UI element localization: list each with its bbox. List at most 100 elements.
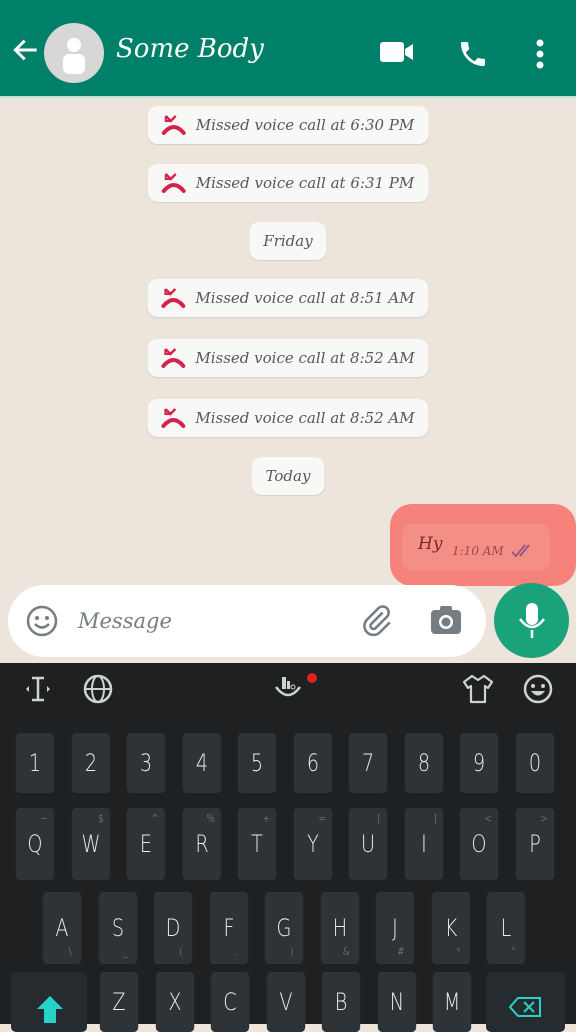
key-secondary-label: [ bbox=[377, 812, 381, 825]
key-i[interactable]: I] bbox=[404, 808, 443, 880]
camera-icon[interactable] bbox=[430, 605, 462, 635]
key-label: 0 bbox=[528, 749, 541, 777]
missed-call-icon bbox=[161, 173, 186, 193]
notice-text: Missed voice call at 8:52 AM bbox=[195, 409, 415, 427]
message-time: 1:10 AM bbox=[452, 544, 504, 558]
missed-call-notice: Missed voice call at 6:30 PM bbox=[147, 106, 429, 144]
key-secondary-label: % bbox=[205, 812, 215, 825]
avatar[interactable] bbox=[44, 23, 104, 83]
key-t[interactable]: T + bbox=[237, 808, 277, 880]
typing-logo-icon[interactable] bbox=[272, 669, 322, 705]
key-o[interactable]: O < bbox=[459, 808, 499, 880]
key-label: 9 bbox=[472, 749, 486, 777]
key-secondary-label: ~ bbox=[40, 812, 48, 825]
key-4[interactable]: 4 bbox=[182, 733, 221, 793]
key-9[interactable]: 9 bbox=[459, 733, 499, 793]
key-label: T bbox=[251, 830, 263, 858]
key-l[interactable]: L " bbox=[486, 892, 526, 964]
key-e[interactable]: E ^ bbox=[126, 808, 166, 880]
key-7[interactable]: 7 bbox=[348, 733, 388, 793]
key-label: S bbox=[111, 914, 124, 942]
key-a[interactable]: A \ bbox=[42, 892, 82, 964]
key-f[interactable]: F; bbox=[209, 892, 248, 964]
key-label: Q bbox=[27, 830, 43, 858]
key-k[interactable]: K * bbox=[431, 892, 470, 964]
outgoing-message[interactable]: Hy 1:10 AM bbox=[402, 524, 550, 570]
key-label: R bbox=[194, 830, 209, 858]
key-secondary-label: ) bbox=[290, 945, 294, 958]
attach-icon[interactable] bbox=[360, 604, 394, 638]
key-q[interactable]: Q ~ bbox=[15, 808, 55, 880]
key-secondary-label: + bbox=[262, 812, 270, 825]
key-j[interactable]: J # bbox=[375, 892, 415, 964]
key-secondary-label: # bbox=[397, 945, 405, 958]
key-g[interactable]: G) bbox=[264, 892, 304, 964]
key-label: A bbox=[55, 914, 69, 942]
theme-icon[interactable] bbox=[462, 673, 494, 705]
missed-call-icon bbox=[161, 408, 186, 428]
key-p[interactable]: P > bbox=[515, 808, 554, 880]
key-secondary-label: * bbox=[455, 945, 461, 958]
double-check-icon bbox=[511, 544, 530, 558]
key-m[interactable]: M bbox=[432, 972, 472, 1032]
key-n[interactable]: N bbox=[377, 972, 416, 1032]
key-y[interactable]: Y = bbox=[293, 808, 332, 880]
key-secondary-label: ; bbox=[235, 945, 239, 958]
emoji-icon[interactable] bbox=[522, 673, 554, 705]
key-v[interactable]: V bbox=[266, 972, 305, 1032]
key-x[interactable]: X bbox=[155, 972, 194, 1032]
key-label: N bbox=[389, 988, 404, 1016]
shift-icon bbox=[37, 996, 63, 1023]
key-w[interactable]: W $ bbox=[71, 808, 110, 880]
phone-icon[interactable] bbox=[457, 38, 489, 70]
key-2[interactable]: 2 bbox=[71, 733, 110, 793]
backspace-key[interactable] bbox=[486, 972, 565, 1032]
key-1[interactable]: 1 bbox=[15, 733, 55, 793]
key-s[interactable]: S _ bbox=[98, 892, 137, 964]
key-label: 8 bbox=[417, 749, 430, 777]
mic-icon bbox=[519, 603, 545, 638]
message-input[interactable]: Message bbox=[78, 609, 172, 633]
key-0[interactable]: 0 bbox=[515, 733, 554, 793]
cursor-icon[interactable] bbox=[22, 673, 54, 705]
missed-call-notice: Missed voice call at 6:31 PM bbox=[147, 164, 429, 202]
key-z[interactable]: Z bbox=[99, 972, 139, 1032]
globe-icon[interactable] bbox=[82, 673, 114, 705]
backspace-icon bbox=[508, 997, 541, 1017]
mic-button[interactable] bbox=[494, 583, 569, 658]
key-u[interactable]: U[ bbox=[348, 808, 388, 880]
missed-call-icon bbox=[161, 288, 186, 308]
key-label: H bbox=[332, 914, 347, 942]
shift-key[interactable] bbox=[11, 972, 87, 1032]
key-5[interactable]: 5 bbox=[237, 733, 277, 793]
key-label: M bbox=[443, 988, 461, 1016]
key-label: O bbox=[471, 830, 487, 858]
key-6[interactable]: 6 bbox=[293, 733, 332, 793]
chat-header: Some Body bbox=[0, 0, 576, 98]
key-label: G bbox=[276, 914, 292, 942]
key-secondary-label: = bbox=[317, 812, 326, 825]
key-h[interactable]: H & bbox=[320, 892, 359, 964]
key-label: C bbox=[223, 988, 237, 1016]
key-label: I bbox=[420, 830, 427, 858]
more-vert-icon[interactable] bbox=[534, 38, 546, 70]
missed-call-icon bbox=[161, 348, 186, 368]
key-secondary-label: & bbox=[342, 945, 350, 958]
back-arrow-icon[interactable] bbox=[10, 34, 42, 66]
key-8[interactable]: 8 bbox=[404, 733, 443, 793]
key-3[interactable]: 3 bbox=[126, 733, 166, 793]
key-label: V bbox=[278, 988, 293, 1016]
notice-text: Missed voice call at 8:51 AM bbox=[195, 289, 415, 307]
key-c[interactable]: C bbox=[210, 972, 250, 1032]
notice-text: Friday bbox=[263, 232, 313, 250]
key-d[interactable]: D( bbox=[153, 892, 193, 964]
missed-call-notice: Missed voice call at 8:52 AM bbox=[147, 399, 429, 437]
key-r[interactable]: R% bbox=[182, 808, 221, 880]
key-label: W bbox=[81, 830, 100, 858]
key-b[interactable]: B bbox=[321, 972, 361, 1032]
contact-name[interactable]: Some Body bbox=[116, 34, 264, 64]
video-call-icon[interactable] bbox=[380, 40, 414, 64]
date-divider: Friday bbox=[249, 222, 327, 260]
key-label: K bbox=[444, 914, 457, 942]
emoji-icon[interactable] bbox=[26, 605, 58, 637]
